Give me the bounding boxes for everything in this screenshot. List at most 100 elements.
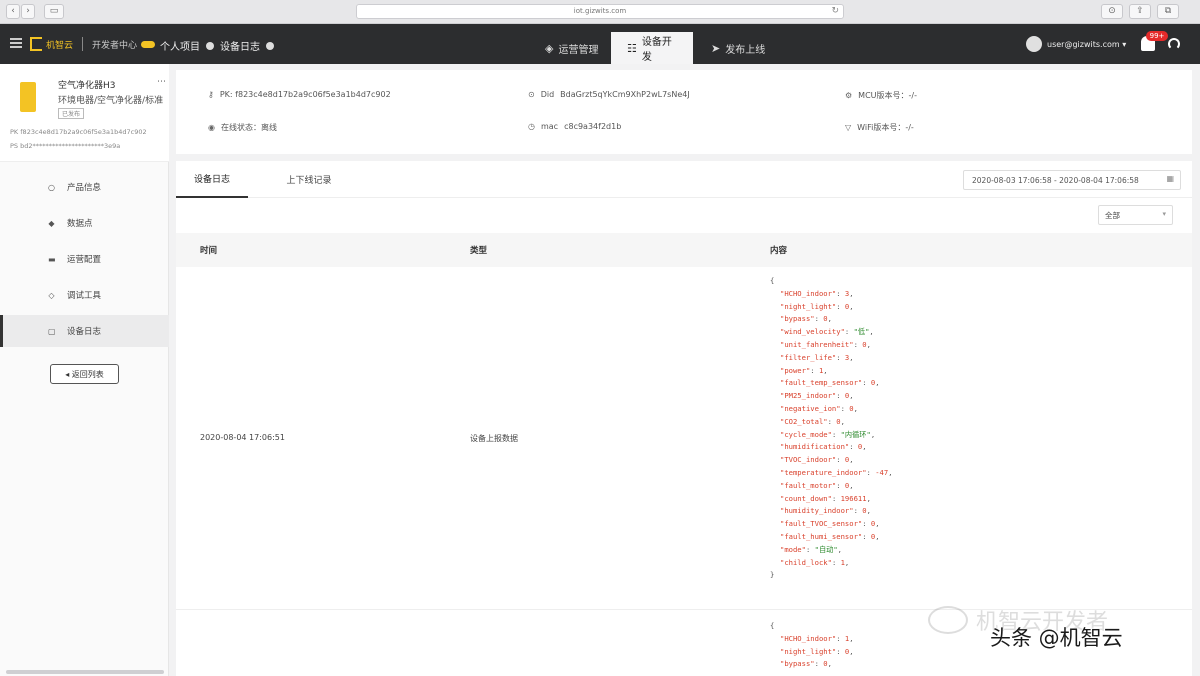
tab-publish[interactable]: ➤ 发布上线 bbox=[695, 32, 781, 64]
sidebar-toggle-button[interactable]: ▭ bbox=[44, 4, 64, 19]
logo[interactable]: 机智云 开发者中心 bbox=[30, 36, 156, 52]
diamond-icon: ◈ bbox=[545, 41, 554, 55]
ps-value: bd2**********************3e9a bbox=[20, 142, 121, 150]
sidebar-item-config[interactable]: ▬ 运营配置 bbox=[0, 243, 169, 275]
horizontal-scrollbar[interactable] bbox=[6, 670, 164, 674]
device-log-label: 设备日志 bbox=[220, 42, 260, 53]
share-button[interactable]: ⇪ bbox=[1129, 4, 1151, 19]
sidebar-item-label: 数据点 bbox=[67, 219, 93, 229]
json-line: "wind_velocity": "低", bbox=[780, 327, 874, 337]
logo-text: 机智云 bbox=[46, 40, 74, 51]
json-line: "humidity_indoor": 0, bbox=[780, 506, 871, 516]
pk-value: f823c4e8d17b2a9c06f5e3a1b4d7c902 bbox=[20, 128, 147, 136]
json-line: "power": 1, bbox=[780, 365, 828, 375]
json-key: "fault_humi_sensor" bbox=[780, 531, 863, 541]
product-secret: PS bd2**********************3e9a bbox=[10, 142, 166, 150]
json-value: 196611 bbox=[840, 493, 867, 503]
info-did-label: Did bbox=[540, 90, 555, 99]
info-mac-value: c8c9a34f2d1b bbox=[564, 122, 622, 131]
project-dot-icon bbox=[206, 41, 214, 50]
key-icon: ⚷ bbox=[208, 90, 214, 99]
diamond-outline-icon: ◇ bbox=[48, 290, 55, 300]
json-line: "mode": "自动", bbox=[780, 544, 842, 554]
tab-online-records[interactable]: 上下线记录 bbox=[268, 161, 350, 198]
tab-device-dev[interactable]: ☷ 设备开发 bbox=[611, 32, 693, 64]
json-key: "humidification" bbox=[780, 442, 850, 452]
date-range-picker[interactable]: 2020-08-03 17:06:58 - 2020-08-04 17:06:5… bbox=[963, 170, 1181, 190]
json-line: "fault_humi_sensor": 0, bbox=[780, 531, 880, 541]
json-key: "negative_ion" bbox=[780, 403, 841, 413]
json-key: "cycle_mode" bbox=[780, 429, 832, 439]
forward-nav-button[interactable]: › bbox=[21, 4, 35, 19]
device-name: 空气净化器H3 bbox=[58, 81, 116, 91]
json-key: "bypass" bbox=[780, 314, 815, 324]
device-card: 空气净化器H3 ⋯ 环境电器/空气净化器/标准 已发布 PK f823c4e8d… bbox=[0, 64, 169, 162]
date-range-text: 2020-08-03 17:06:58 - 2020-08-04 17:06:5… bbox=[972, 175, 1139, 185]
json-key: "night_light" bbox=[780, 646, 837, 656]
info-mac-label: mac bbox=[540, 122, 559, 131]
device-info-panel: ⚷ PK: f823c4e8d17b2a9c06f5e3a1b4d7c902 ⊙… bbox=[176, 70, 1192, 154]
clock-icon: ◷ bbox=[528, 122, 535, 131]
row-time: 2020-08-04 17:06:51 bbox=[200, 433, 285, 442]
json-line: "bypass": 0, bbox=[780, 314, 832, 324]
reload-icon[interactable]: ↻ bbox=[831, 5, 839, 18]
tab-device-log[interactable]: 设备日志 bbox=[176, 161, 248, 198]
json-brace: } bbox=[770, 570, 775, 580]
col-type: 类型 bbox=[470, 246, 488, 256]
chip-icon: ⚙ bbox=[845, 91, 853, 100]
info-wifi: ▽ WiFi版本号：-/- bbox=[845, 122, 914, 133]
log-type-select[interactable]: 全部 ▾ bbox=[1098, 205, 1173, 225]
json-line: "CO2_total": 0, bbox=[780, 416, 845, 426]
sidebar-item-debug[interactable]: ◇ 调试工具 bbox=[0, 279, 169, 311]
json-key: "fault_motor" bbox=[780, 480, 837, 490]
beta-pill-icon bbox=[141, 40, 156, 48]
extension-button[interactable]: ⊙ bbox=[1101, 4, 1123, 19]
json-key: "mode" bbox=[780, 544, 806, 554]
col-content: 内容 bbox=[770, 246, 788, 256]
json-key: "PM25_indoor" bbox=[780, 391, 837, 401]
headset-icon[interactable] bbox=[1168, 38, 1180, 50]
more-icon[interactable]: ⋯ bbox=[157, 77, 166, 87]
project-selector[interactable]: 个人项目 设备日志 bbox=[160, 38, 274, 53]
menu-icon[interactable] bbox=[10, 38, 22, 48]
help-dot-icon[interactable] bbox=[266, 41, 274, 50]
json-line: "filter_life": 3, bbox=[780, 352, 854, 362]
json-key: "wind_velocity" bbox=[780, 327, 845, 337]
sidebar-item-device-log[interactable]: ▢ 设备日志 bbox=[0, 315, 169, 347]
json-value: "内循环" bbox=[840, 429, 871, 439]
json-line: "fault_motor": 0, bbox=[780, 480, 854, 490]
wifi-icon: ▽ bbox=[845, 123, 852, 132]
json-line: "negative_ion": 0, bbox=[780, 403, 858, 413]
sidebar-item-datapoints[interactable]: ◆ 数据点 bbox=[0, 207, 169, 239]
tab-publish-label: 发布上线 bbox=[725, 44, 766, 56]
json-key: "bypass" bbox=[780, 659, 815, 669]
tabs-button[interactable]: ⧉ bbox=[1157, 4, 1179, 19]
address-bar[interactable]: iot.gizwits.com ↻ bbox=[356, 4, 844, 19]
json-key: "HCHO_indoor" bbox=[780, 288, 837, 298]
user-menu[interactable]: user@gizwits.com ▾ bbox=[1026, 36, 1126, 52]
table-row: 2020-08-04 17:06:51 设备上报数据 {"HCHO_indoor… bbox=[176, 267, 1192, 610]
back-to-list-button[interactable]: ◂ 返回列表 bbox=[50, 364, 119, 384]
table-header: 时间 类型 内容 bbox=[176, 233, 1192, 267]
circle-icon: ○ bbox=[48, 182, 55, 192]
back-nav-button[interactable]: ‹ bbox=[6, 4, 20, 19]
json-key: "child_lock" bbox=[780, 557, 832, 567]
json-line: "HCHO_indoor": 1, bbox=[780, 633, 854, 643]
info-did-value: BdaGrzt5qYkCm9XhP2wL7sNe4J bbox=[560, 90, 690, 99]
avatar bbox=[1026, 36, 1042, 52]
log-type-value: 全部 bbox=[1105, 210, 1120, 220]
json-line: "fault_temp_sensor": 0, bbox=[780, 378, 880, 388]
tab-operations[interactable]: ◈ 运营管理 bbox=[529, 32, 614, 64]
tab-operations-label: 运营管理 bbox=[558, 44, 599, 56]
json-key: "count_down" bbox=[780, 493, 832, 503]
grid-icon: ☷ bbox=[627, 41, 637, 55]
json-line: "night_light": 0, bbox=[780, 646, 854, 656]
json-key: "filter_life" bbox=[780, 352, 837, 362]
sidebar-item-product-info[interactable]: ○ 产品信息 bbox=[0, 171, 169, 203]
json-key: "night_light" bbox=[780, 301, 837, 311]
chevron-down-icon: ▾ bbox=[1162, 210, 1166, 218]
json-brace: { bbox=[770, 621, 775, 630]
json-value: -47 bbox=[875, 467, 889, 477]
col-time: 时间 bbox=[200, 246, 218, 256]
device-image bbox=[20, 82, 36, 112]
